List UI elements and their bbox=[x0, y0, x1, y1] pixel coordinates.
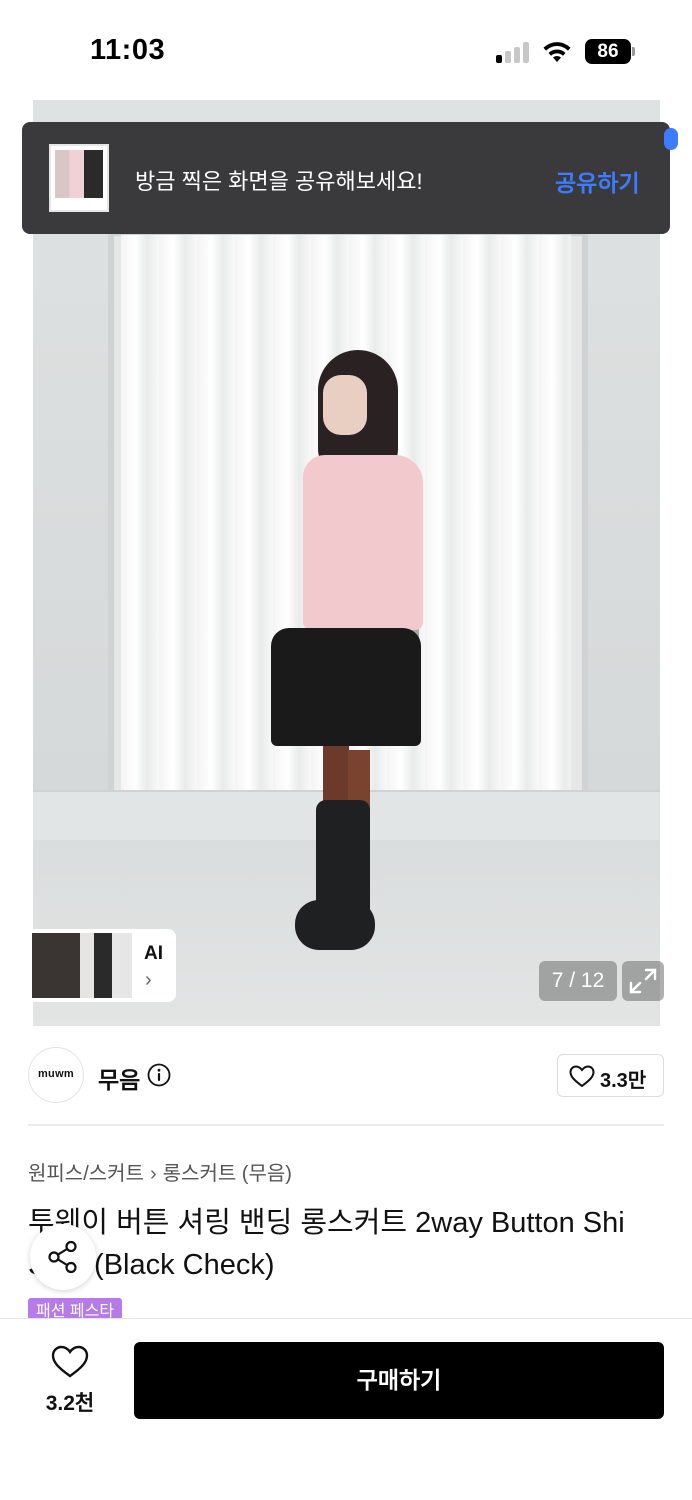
store-like-button[interactable]: 3.3만 bbox=[557, 1054, 664, 1097]
buy-button[interactable]: 구매하기 bbox=[134, 1342, 664, 1419]
wifi-icon bbox=[543, 42, 571, 62]
model-skirt bbox=[271, 628, 421, 746]
ai-thumbnail bbox=[32, 933, 132, 998]
toast-message: 방금 찍은 화면을 공유해보세요! bbox=[135, 169, 423, 194]
share-icon bbox=[48, 1240, 77, 1274]
page-indicator: 7 / 12 bbox=[539, 961, 617, 1001]
ai-recommendation-button[interactable]: AI › bbox=[28, 929, 176, 1002]
store-like-count: 3.3만 bbox=[600, 1070, 647, 1092]
breadcrumb-subcategory[interactable]: 롱스커트 (무음) bbox=[163, 1163, 292, 1185]
breadcrumb: 원피스/스커트 › 롱스커트 (무음) bbox=[28, 1157, 292, 1186]
screenshot-thumbnail-image bbox=[55, 150, 103, 198]
store-logo[interactable]: muwm bbox=[28, 1047, 84, 1103]
ai-label: AI bbox=[144, 943, 163, 964]
share-button[interactable] bbox=[30, 1224, 96, 1290]
wishlist-count: 3.2천 bbox=[45, 1392, 95, 1415]
model-tshirt bbox=[303, 455, 423, 630]
battery-indicator: 86 bbox=[585, 39, 631, 64]
status-bar: 11:03 86 bbox=[0, 0, 692, 100]
status-time: 11:03 bbox=[90, 34, 166, 66]
edge-indicator bbox=[664, 128, 678, 150]
model-boot bbox=[295, 900, 375, 950]
heart-icon bbox=[569, 1065, 595, 1088]
breadcrumb-category[interactable]: 원피스/스커트 bbox=[28, 1163, 144, 1185]
heart-icon bbox=[51, 1345, 89, 1378]
expand-icon bbox=[629, 968, 657, 994]
product-title: 투웨이 버튼 셔링 밴딩 롱스커트 2way Button Shi Skirt … bbox=[28, 1207, 625, 1281]
chevron-right-icon: › bbox=[149, 1163, 157, 1185]
expand-button[interactable] bbox=[622, 961, 664, 1001]
model-face bbox=[323, 375, 367, 435]
wishlist-button[interactable]: 3.2천 bbox=[28, 1343, 112, 1415]
store-name[interactable]: 무음 bbox=[98, 1061, 140, 1095]
screenshot-share-toast: 방금 찍은 화면을 공유해보세요! 공유하기 bbox=[22, 122, 670, 234]
toast-share-button[interactable]: 공유하기 bbox=[555, 164, 640, 198]
info-icon[interactable] bbox=[147, 1063, 171, 1087]
screenshot-thumbnail[interactable] bbox=[49, 144, 109, 212]
chevron-right-icon: › bbox=[145, 969, 152, 991]
product-image[interactable] bbox=[33, 100, 660, 1026]
cellular-signal-icon bbox=[496, 41, 532, 63]
battery-tip bbox=[632, 47, 635, 56]
divider bbox=[28, 1124, 664, 1126]
